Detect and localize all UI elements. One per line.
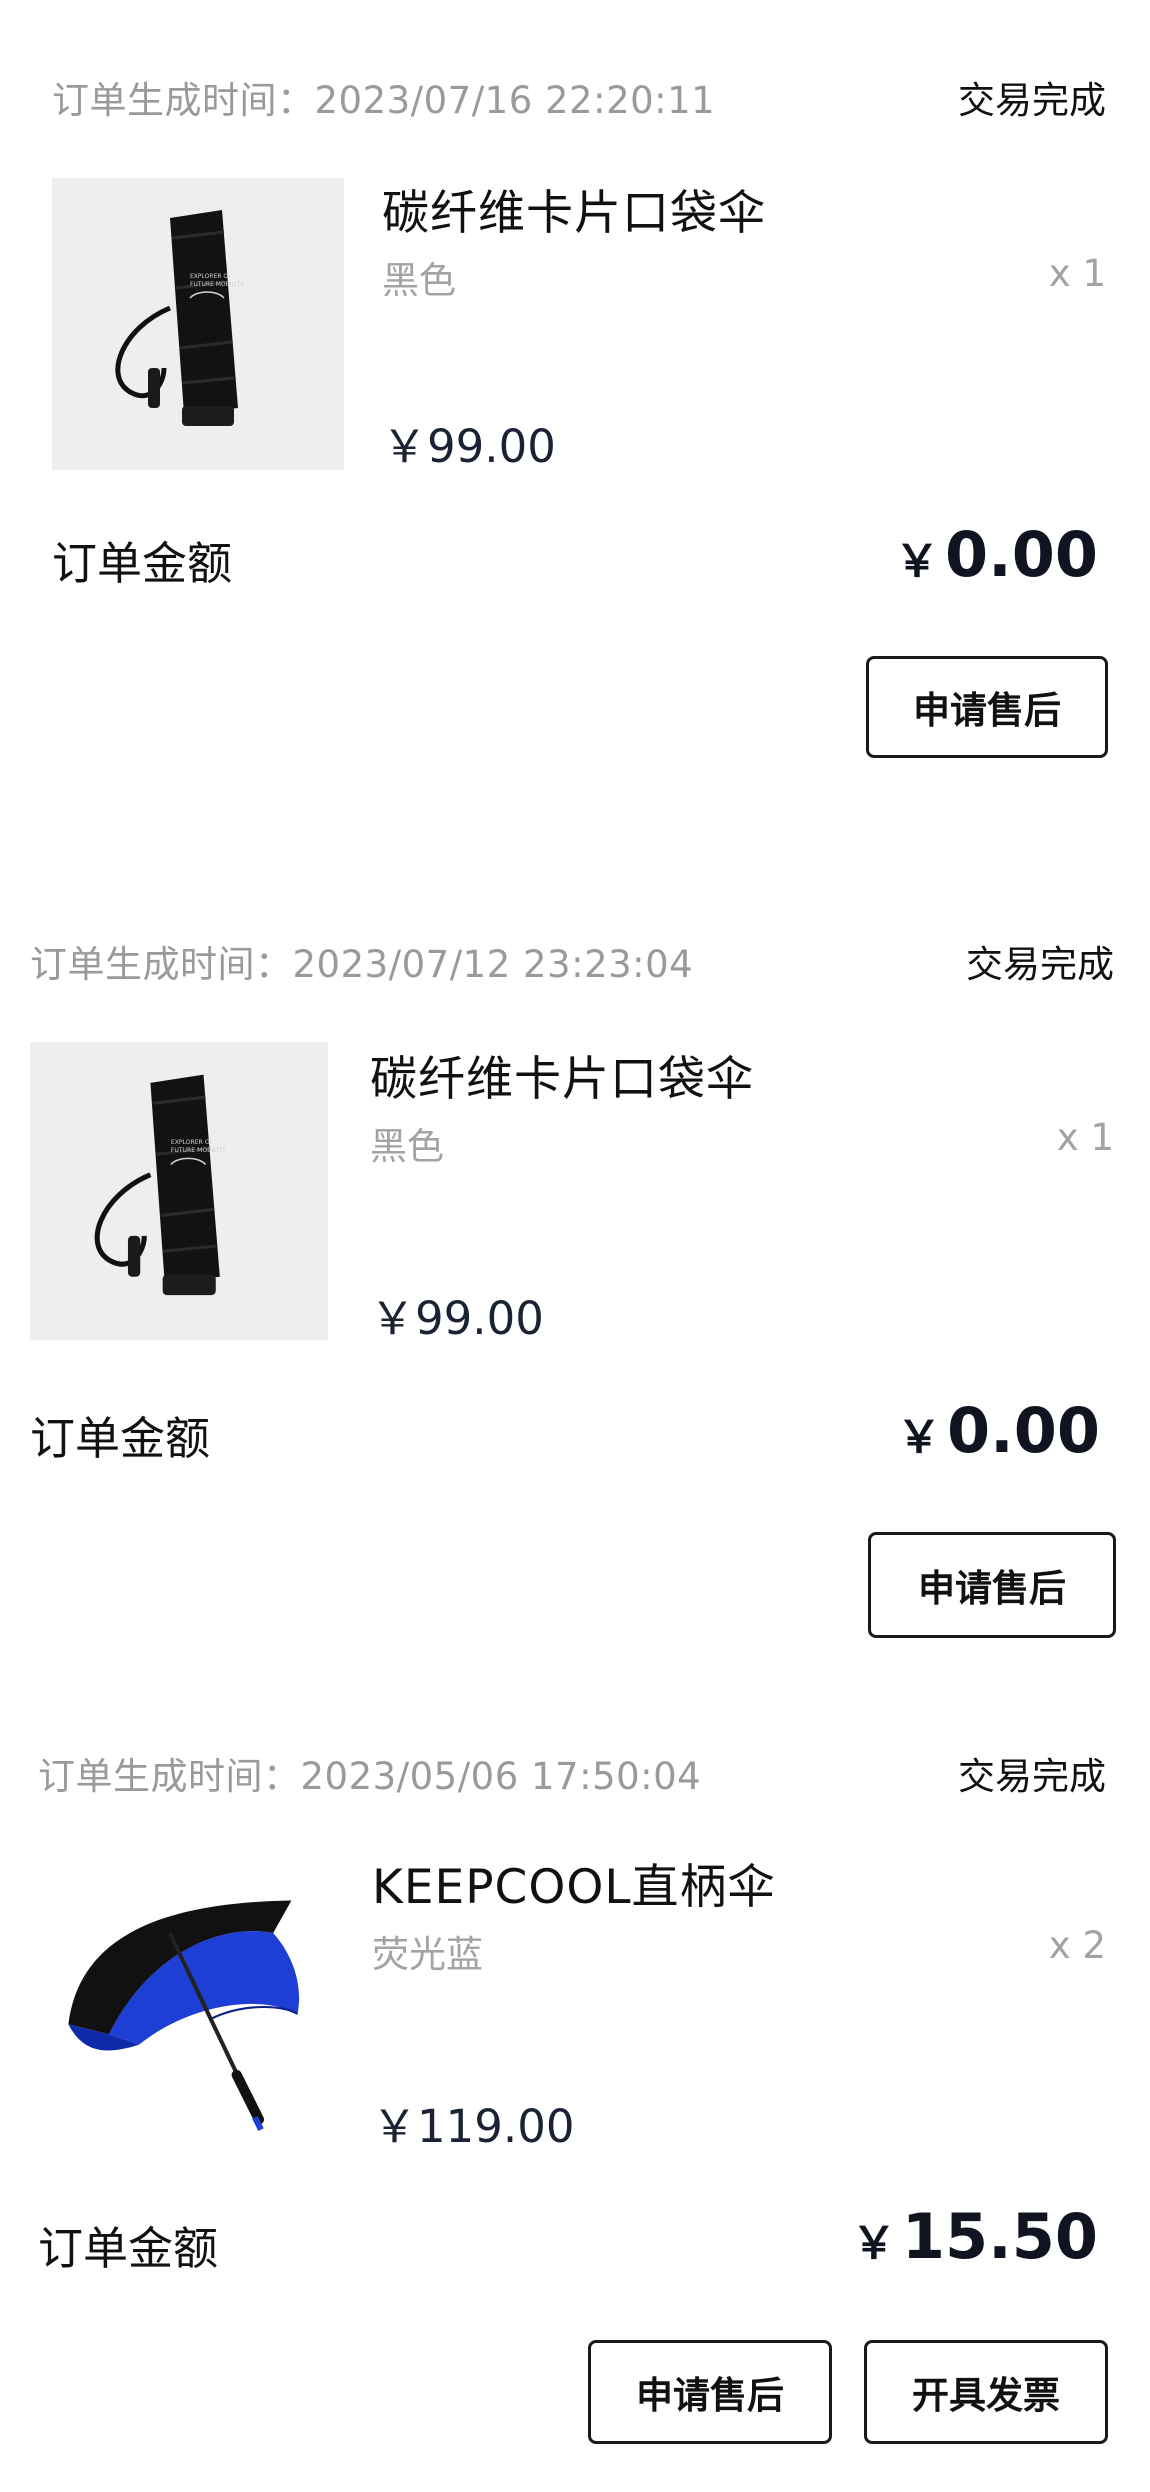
order-time: 订单生成时间：2023/07/12 23:23:04 [30,943,694,986]
order-card[interactable]: 订单生成时间：2023/05/06 17:50:04 交易完成 KEEPCOOL… [0,1690,1150,2490]
product-name[interactable]: 碳纤维卡片口袋伞 [382,174,766,243]
product-quantity: x 1 [1056,1116,1114,1159]
svg-text:EXPLORER OF: EXPLORER OF [171,1139,214,1146]
product-image[interactable]: EXPLORER OF FUTURE MOBILITY [30,1042,328,1340]
order-amount-label: 订单金额 [30,1412,211,1465]
after-sales-button[interactable]: 申请售后 [588,2340,832,2444]
order-amount-value: ￥0.00 [897,1394,1100,1467]
svg-text:EXPLORER OF: EXPLORER OF [190,273,232,280]
product-quantity: x 1 [1048,252,1106,295]
product-quantity: x 2 [1048,1924,1106,1967]
product-variant: 荧光蓝 [372,1933,483,1976]
blue-straight-umbrella-image [38,1862,334,2158]
order-card[interactable]: 订单生成时间：2023/07/12 23:23:04 交易完成 EXPLORER… [0,880,1150,1660]
order-time: 订单生成时间：2023/05/06 17:50:04 [38,1755,702,1798]
order-amount-value: ￥15.50 [851,2200,1098,2273]
order-status: 交易完成 [966,943,1114,986]
order-amount-label: 订单金额 [38,2222,219,2275]
after-sales-button[interactable]: 申请售后 [868,1532,1116,1638]
order-time: 订单生成时间：2023/07/16 22:20:11 [52,79,716,122]
order-list-page: 订单生成时间：2023/07/16 22:20:11 交易完成 EXPLORER… [0,0,1150,2492]
order-status: 交易完成 [958,79,1106,122]
product-name[interactable]: 碳纤维卡片口袋伞 [370,1040,754,1109]
black-pocket-umbrella-image: EXPLORER OF FUTURE MOBILITY [30,1042,328,1340]
product-variant: 黑色 [370,1125,444,1168]
product-price: ￥99.00 [370,1292,544,1345]
product-image[interactable] [38,1862,334,2158]
svg-text:FUTURE MOBILITY: FUTURE MOBILITY [171,1147,226,1154]
order-status: 交易完成 [958,1755,1106,1798]
product-variant: 黑色 [382,259,456,302]
product-price: ￥99.00 [382,420,556,473]
issue-invoice-button[interactable]: 开具发票 [864,2340,1108,2444]
product-name[interactable]: KEEPCOOL直柄伞 [372,1848,776,1917]
order-card[interactable]: 订单生成时间：2023/07/16 22:20:11 交易完成 EXPLORER… [0,0,1150,860]
order-amount-value: ￥0.00 [895,518,1098,591]
after-sales-button[interactable]: 申请售后 [866,656,1108,758]
order-amount-label: 订单金额 [52,537,233,590]
product-price: ￥119.00 [372,2100,575,2153]
svg-text:FUTURE MOBILITY: FUTURE MOBILITY [190,281,244,288]
product-image[interactable]: EXPLORER OF FUTURE MOBILITY [52,178,344,470]
black-pocket-umbrella-image: EXPLORER OF FUTURE MOBILITY [52,178,344,470]
